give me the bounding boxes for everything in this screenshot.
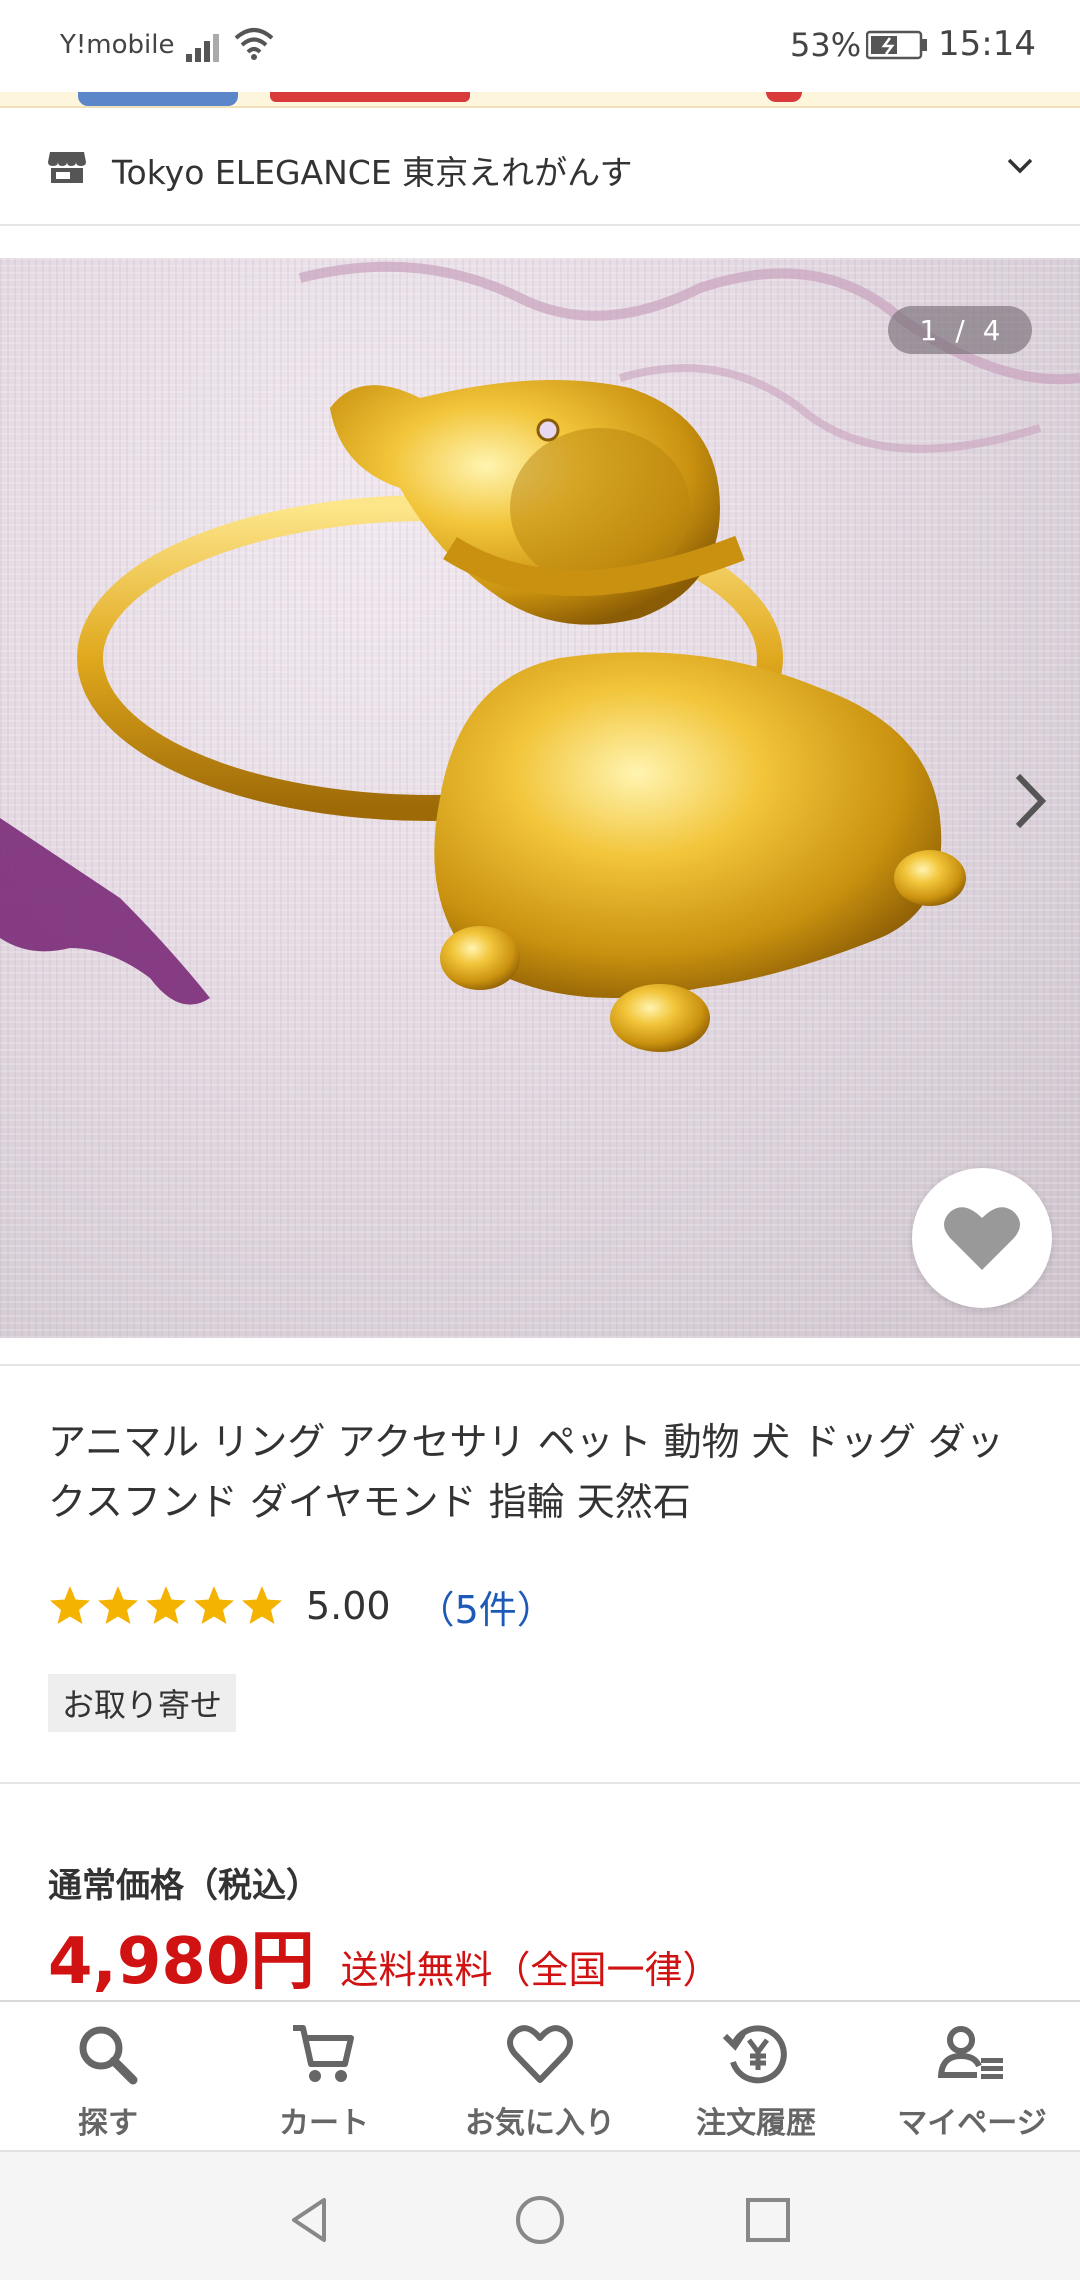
tab-search[interactable]: 探す [0, 2002, 216, 2150]
cart-icon [293, 2025, 354, 2082]
chevron-right-icon[interactable] [1008, 766, 1052, 836]
image-counter-separator: / [955, 313, 965, 347]
recents-icon[interactable] [742, 2194, 794, 2246]
heart-icon [507, 2025, 573, 2083]
rating-row[interactable]: 5.00 （5件） [48, 1580, 555, 1632]
product-photo-ring [0, 261, 1080, 1052]
battery-percent: 53% [790, 26, 862, 64]
image-counter-current: 1 [919, 313, 938, 347]
tab-label: カート [279, 2106, 369, 2141]
tab-my-page[interactable]: マイページ [864, 2002, 1080, 2150]
price-row: 4,980円 送料無料（全国一律） [48, 1924, 720, 2000]
store-selector[interactable]: Tokyo ELEGANCE 東京えれがんす [0, 110, 1080, 226]
heart-icon [944, 1207, 1020, 1270]
tab-label: お気に入り [465, 2106, 615, 2141]
star-icon [146, 1586, 186, 1624]
rating-value: 5.00 [306, 1584, 391, 1628]
signal-icon [186, 34, 219, 62]
image-counter: 1 / 4 [888, 306, 1032, 354]
home-icon[interactable] [514, 2194, 566, 2246]
banner-text-shape [270, 92, 470, 102]
search-icon [79, 2026, 138, 2085]
rating-stars [48, 1584, 284, 1628]
system-nav-bar [0, 2150, 1080, 2280]
tab-order-history[interactable]: 注文履歴 [648, 2002, 864, 2150]
battery-icon [866, 30, 927, 60]
tab-label: 探す [78, 2106, 138, 2141]
status-bar: Y!mobile 53% 15:14 [0, 0, 1080, 92]
product-image-gallery[interactable]: 1 / 4 [0, 258, 1080, 1338]
back-icon[interactable] [284, 2194, 336, 2246]
store-name: Tokyo ELEGANCE 東京えれがんす [112, 153, 633, 192]
star-icon [50, 1586, 90, 1624]
banner-image [78, 92, 238, 106]
tab-label: マイページ [897, 2106, 1047, 2141]
star-icon [194, 1586, 234, 1624]
price-value: 4,980円 [48, 1925, 315, 1999]
tab-cart[interactable]: カート [216, 2002, 432, 2150]
wifi-icon [234, 28, 274, 60]
banner-badge-shape [766, 92, 802, 102]
order-history-icon [722, 2025, 787, 2084]
review-count-link[interactable]: （5件） [417, 1579, 555, 1634]
order-type-badge: お取り寄せ [48, 1674, 237, 1732]
storefront-icon [48, 152, 86, 183]
my-page-icon [938, 2026, 1003, 2079]
favorite-button[interactable] [912, 1168, 1052, 1308]
status-clock: 15:14 [938, 24, 1036, 64]
image-counter-total: 4 [982, 313, 1001, 347]
free-shipping-note: 送料無料（全国一律） [340, 1948, 721, 1992]
price-label: 通常価格（税込） [48, 1866, 320, 1906]
star-icon [98, 1586, 138, 1624]
promo-banner[interactable] [0, 92, 1080, 108]
star-icon [242, 1586, 282, 1624]
chevron-down-icon[interactable] [1004, 154, 1036, 178]
bottom-tab-bar: 探す カート お気に入り 注文履歴 マイページ [0, 2000, 1080, 2150]
section-divider [0, 1364, 1080, 1366]
carrier-name: Y!mobile [60, 30, 175, 60]
product-title: アニマル リング アクセサリ ペット 動物 犬 ドッグ ダックスフンド ダイヤモ… [48, 1420, 1004, 1524]
tab-label: 注文履歴 [696, 2106, 816, 2141]
section-divider [0, 1782, 1080, 1784]
tab-favorites[interactable]: お気に入り [432, 2002, 648, 2150]
